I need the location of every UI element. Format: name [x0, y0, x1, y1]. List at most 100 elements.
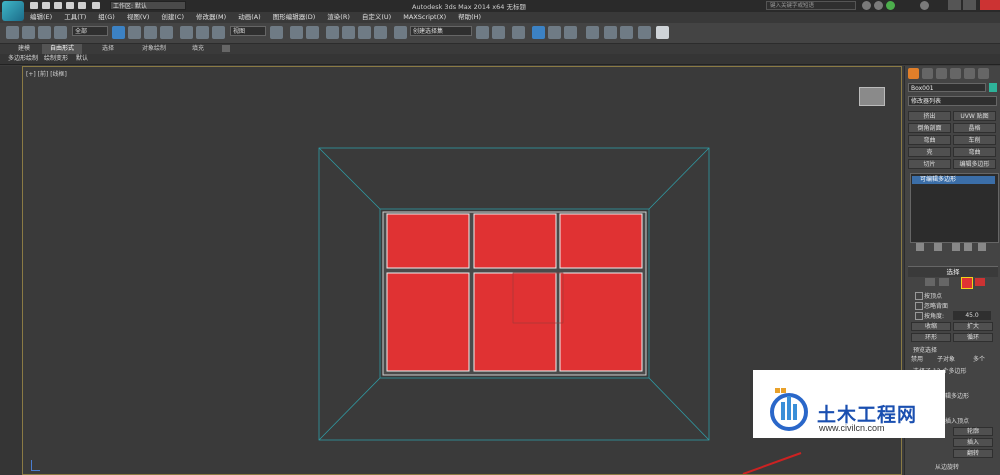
remove-modifier-icon[interactable]: [964, 243, 972, 251]
preview-disable-radio[interactable]: 禁用: [911, 354, 923, 363]
save-file-icon[interactable]: [54, 2, 62, 9]
loop-button[interactable]: 循环: [953, 333, 993, 342]
subscription-icon[interactable]: [874, 1, 883, 10]
modifier-button-bend[interactable]: 弯曲: [908, 135, 951, 145]
element-mode-icon[interactable]: [975, 278, 985, 286]
select-object-icon[interactable]: [112, 26, 125, 39]
edge-mode-icon[interactable]: [939, 278, 949, 286]
modifier-button-slice[interactable]: 切片: [908, 159, 951, 169]
object-name-field[interactable]: Box001: [908, 83, 986, 92]
communication-icon[interactable]: [886, 1, 895, 10]
modifier-button-lattice[interactable]: 晶格: [953, 123, 996, 133]
stack-item-editable-poly[interactable]: 可编辑多边形: [912, 176, 995, 184]
polygon-mode-icon[interactable]: [961, 277, 973, 289]
search-icon[interactable]: [862, 1, 871, 10]
pin-stack-icon[interactable]: [916, 243, 924, 251]
menu-item-11[interactable]: 帮助(H): [452, 12, 487, 23]
new-file-icon[interactable]: [30, 2, 38, 9]
selection-filter-dropdown[interactable]: 全部: [72, 26, 108, 36]
menu-item-3[interactable]: 视图(V): [121, 12, 156, 23]
tab-freeform[interactable]: 自由形式: [42, 44, 83, 54]
select-and-link-icon[interactable]: [22, 26, 35, 39]
pivot-center-icon[interactable]: [270, 26, 283, 39]
display-tab-icon[interactable]: [964, 68, 975, 79]
percent-snap-icon[interactable]: [358, 26, 371, 39]
menu-item-6[interactable]: 动画(A): [232, 12, 267, 23]
schematic-view-icon[interactable]: [564, 26, 577, 39]
ring-button[interactable]: 环形: [911, 333, 951, 342]
panel-paint-deform[interactable]: 绘制变形: [44, 54, 68, 64]
bind-space-warp-icon[interactable]: [54, 26, 67, 39]
window-crossing-icon[interactable]: [160, 26, 173, 39]
select-and-rotate-icon[interactable]: [196, 26, 209, 39]
undo-tool-icon[interactable]: [6, 26, 19, 39]
rendered-frame-window-icon[interactable]: [620, 26, 633, 39]
object-color-swatch[interactable]: [989, 83, 997, 92]
tab-selection[interactable]: 选择: [94, 44, 122, 54]
snaps-toggle-icon[interactable]: [326, 26, 339, 39]
render-production-icon[interactable]: [638, 26, 651, 39]
search-input[interactable]: 键入关键字或短语: [766, 1, 856, 10]
render-cloud-icon[interactable]: [656, 26, 669, 39]
keyboard-shortcut-icon[interactable]: [306, 26, 319, 39]
workspace-dropdown[interactable]: 工作区: 默认: [110, 1, 186, 10]
ignore-backfacing-checkbox[interactable]: [915, 302, 923, 310]
angle-snap-icon[interactable]: [342, 26, 355, 39]
insert-vertex-button[interactable]: 插入顶点: [945, 416, 969, 425]
shrink-button[interactable]: 收缩: [911, 322, 951, 331]
modifier-button-shell[interactable]: 壳: [908, 147, 951, 157]
selection-rollout-header[interactable]: 选择: [908, 266, 998, 277]
select-by-name-icon[interactable]: [128, 26, 141, 39]
modify-tab-icon[interactable]: [922, 68, 933, 79]
modifier-list-dropdown[interactable]: 修改器列表: [908, 96, 997, 106]
tab-object-paint[interactable]: 对象绘制: [134, 44, 174, 54]
menu-item-4[interactable]: 创建(C): [155, 12, 190, 23]
menu-item-7[interactable]: 图形编辑器(D): [267, 12, 322, 23]
panel-defaults[interactable]: 默认: [76, 54, 88, 64]
motion-tab-icon[interactable]: [950, 68, 961, 79]
app-logo-icon[interactable]: [2, 1, 24, 21]
named-selection-dropdown[interactable]: 创建选择集: [410, 26, 472, 36]
modifier-button-uvw-map[interactable]: UVW 贴图: [953, 111, 996, 121]
modifier-button-bevel-profile[interactable]: 倒角剖面: [908, 123, 951, 133]
unlink-icon[interactable]: [38, 26, 51, 39]
grow-button[interactable]: 扩大: [953, 322, 993, 331]
by-angle-checkbox[interactable]: [915, 312, 923, 320]
graphite-ribbon-icon[interactable]: [532, 26, 545, 39]
modifier-button-edit-poly[interactable]: 编辑多边形: [953, 159, 996, 169]
flip-button[interactable]: 翻转: [953, 449, 993, 458]
angle-value-spinner[interactable]: 45.0: [953, 311, 991, 320]
hinge-from-edge-button[interactable]: 从边旋转: [935, 462, 959, 471]
vertex-mode-icon[interactable]: [925, 278, 935, 286]
menu-item-5[interactable]: 修改器(M): [190, 12, 232, 23]
mirror-icon[interactable]: [476, 26, 489, 39]
modifier-button-lathe[interactable]: 车削: [953, 135, 996, 145]
menu-item-8[interactable]: 渲染(R): [321, 12, 356, 23]
reference-coordinate-dropdown[interactable]: 视图: [230, 26, 266, 36]
render-setup-icon[interactable]: [604, 26, 617, 39]
open-file-icon[interactable]: [42, 2, 50, 9]
show-end-result-icon[interactable]: [934, 243, 942, 251]
undo-icon[interactable]: [66, 2, 74, 9]
by-vertex-checkbox[interactable]: [915, 292, 923, 300]
menu-item-0[interactable]: 编辑(E): [24, 12, 58, 23]
minimize-button[interactable]: [948, 0, 961, 10]
edit-named-selection-icon[interactable]: [394, 26, 407, 39]
preview-multi-radio[interactable]: 多个: [973, 354, 985, 363]
select-and-move-icon[interactable]: [180, 26, 193, 39]
layer-manager-icon[interactable]: [512, 26, 525, 39]
rectangular-selection-icon[interactable]: [144, 26, 157, 39]
inset-button[interactable]: 插入: [953, 438, 993, 447]
redo-icon[interactable]: [78, 2, 86, 9]
tab-modeling[interactable]: 建模: [10, 44, 38, 54]
create-tab-icon[interactable]: [908, 68, 919, 79]
help-icon[interactable]: [920, 1, 929, 10]
menu-item-2[interactable]: 组(G): [92, 12, 121, 23]
ribbon-options-icon[interactable]: [222, 45, 230, 52]
preview-subobject-radio[interactable]: 子对象: [937, 354, 955, 363]
menu-item-10[interactable]: MAXScript(X): [397, 12, 452, 23]
select-and-scale-icon[interactable]: [212, 26, 225, 39]
align-icon[interactable]: [492, 26, 505, 39]
modifier-button-extrude[interactable]: 挤出: [908, 111, 951, 121]
spinner-snap-icon[interactable]: [374, 26, 387, 39]
